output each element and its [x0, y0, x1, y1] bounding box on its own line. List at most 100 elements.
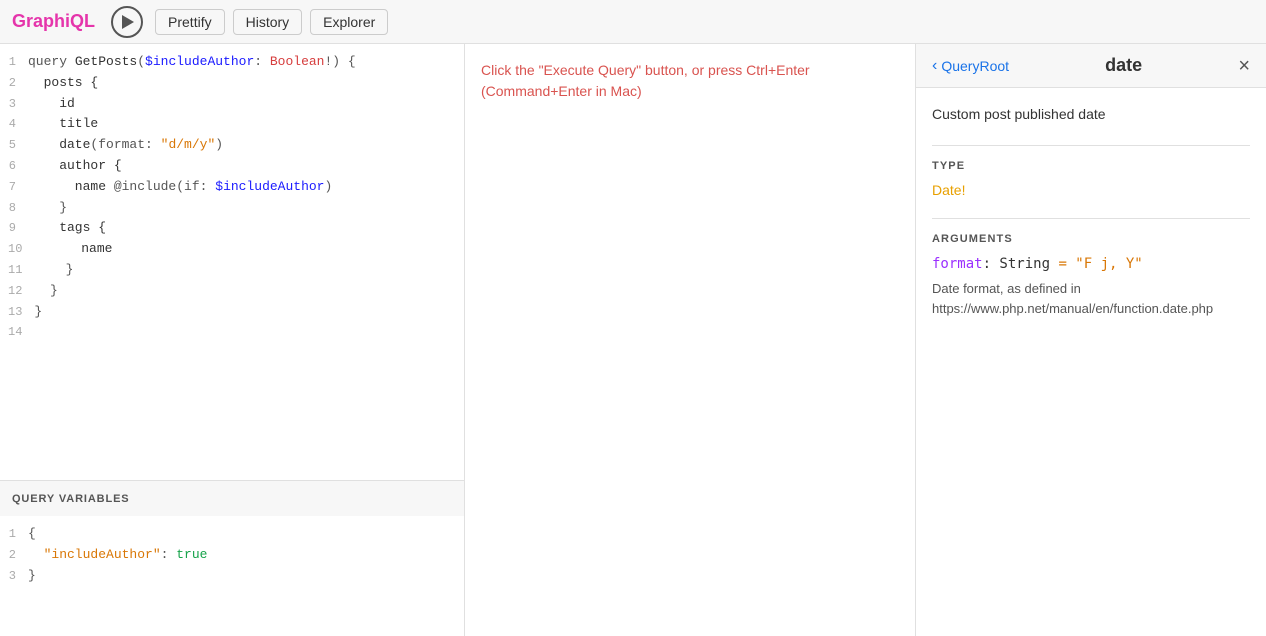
arg-type: : String — [983, 256, 1050, 272]
history-button[interactable]: History — [233, 9, 303, 35]
query-editor[interactable]: 1query GetPosts($includeAuthor: Boolean!… — [0, 44, 464, 480]
line-number: 9 — [0, 218, 28, 238]
token: title — [28, 116, 98, 131]
line-content[interactable]: posts { — [28, 73, 464, 94]
table-row: 8 } — [0, 198, 464, 219]
result-hint: Click the "Execute Query" button, or pre… — [481, 60, 899, 102]
table-row: 12 } — [0, 281, 464, 302]
line-content[interactable]: "includeAuthor": true — [28, 545, 464, 566]
table-row: 13} — [0, 302, 464, 323]
query-variables-header: QUERY VARIABLES — [0, 480, 464, 516]
arg-name: format — [932, 256, 983, 272]
token: (if: — [176, 179, 215, 194]
docs-field-title: date — [1009, 55, 1238, 76]
left-panel: 1 query GetPosts($includeAuthor: Boolean!… — [0, 44, 465, 636]
execute-query-button[interactable] — [111, 6, 143, 38]
line-number: 13 — [0, 302, 34, 322]
line-content[interactable]: query GetPosts($includeAuthor: Boolean!)… — [28, 52, 464, 73]
line-content[interactable]: name — [34, 239, 464, 260]
line-number: 11 — [0, 260, 34, 280]
line-content[interactable]: tags { — [28, 218, 464, 239]
line-content[interactable]: author { — [28, 156, 464, 177]
token: true — [176, 547, 207, 562]
play-icon — [122, 15, 134, 29]
token: $includeAuthor — [215, 179, 324, 194]
token: } — [34, 304, 42, 319]
table-row: 6 author { — [0, 156, 464, 177]
token: : — [254, 54, 270, 69]
token: ( — [137, 54, 145, 69]
line-content[interactable]: name @include(if: $includeAuthor) — [28, 177, 464, 198]
prettify-button[interactable]: Prettify — [155, 9, 225, 35]
chevron-left-icon: ‹ — [932, 57, 937, 75]
token: author { — [28, 158, 122, 173]
table-row: 3 id — [0, 94, 464, 115]
line-number: 12 — [0, 281, 34, 301]
token: name — [34, 241, 112, 256]
token: } — [28, 200, 67, 215]
token: name — [28, 179, 114, 194]
arg-description: Date format, as defined in https://www.p… — [932, 279, 1250, 318]
line-number: 4 — [0, 114, 28, 134]
docs-back-link[interactable]: ‹ QueryRoot — [932, 57, 1009, 75]
token: tags { — [28, 220, 106, 235]
line-number: 1 — [0, 524, 28, 544]
token: Boolean — [270, 54, 325, 69]
table-row: 9 tags { — [0, 218, 464, 239]
token: (format: — [90, 137, 160, 152]
table-row: 2 posts { — [0, 73, 464, 94]
token: } — [28, 568, 36, 583]
line-content[interactable]: id — [28, 94, 464, 115]
line-number: 5 — [0, 135, 28, 155]
table-row: 14 — [0, 322, 464, 342]
token: ) — [215, 137, 223, 152]
line-content[interactable]: } — [34, 302, 464, 323]
token: $includeAuthor — [145, 54, 254, 69]
divider — [932, 145, 1250, 146]
line-number: 2 — [0, 545, 28, 565]
table-row: 10 name — [0, 239, 464, 260]
line-content[interactable]: date(format: "d/m/y") — [28, 135, 464, 156]
table-row: 1query GetPosts($includeAuthor: Boolean!… — [0, 52, 464, 73]
line-content[interactable]: } — [28, 198, 464, 219]
token: : — [161, 547, 177, 562]
line-content[interactable]: { — [28, 524, 464, 545]
token: id — [28, 96, 75, 111]
line-content[interactable]: } — [34, 281, 464, 302]
type-value[interactable]: Date! — [932, 182, 1250, 198]
line-content[interactable]: } — [28, 566, 464, 587]
line-content[interactable]: } — [34, 260, 464, 281]
table-row: 7 name @include(if: $includeAuthor) — [0, 177, 464, 198]
docs-back-label[interactable]: QueryRoot — [941, 58, 1009, 74]
docs-body: Custom post published date TYPE Date! AR… — [916, 88, 1266, 636]
line-number: 6 — [0, 156, 28, 176]
arg-default: = "F j, Y" — [1050, 256, 1143, 272]
table-row: 11 } — [0, 260, 464, 281]
line-number: 10 — [0, 239, 34, 259]
token: posts { — [28, 75, 98, 90]
main-area: 1 query GetPosts($includeAuthor: Boolean!… — [0, 44, 1266, 636]
line-number: 8 — [0, 198, 28, 218]
token: "d/m/y" — [161, 137, 216, 152]
token: { — [28, 526, 36, 541]
docs-close-button[interactable]: × — [1238, 56, 1250, 76]
token: date — [28, 137, 90, 152]
token: } — [34, 283, 57, 298]
arguments-section-title: ARGUMENTS — [932, 233, 1250, 245]
divider-2 — [932, 218, 1250, 219]
token: GetPosts — [75, 54, 137, 69]
query-variables-editor[interactable]: 1{2 "includeAuthor": true3} — [0, 516, 464, 636]
header: GraphiQL Prettify History Explorer — [0, 0, 1266, 44]
table-row: 4 title — [0, 114, 464, 135]
line-number: 3 — [0, 94, 28, 114]
table-row: 5 date(format: "d/m/y") — [0, 135, 464, 156]
table-row: 1{ — [0, 524, 464, 545]
line-number: 3 — [0, 566, 28, 586]
table-row: 2 "includeAuthor": true — [0, 545, 464, 566]
table-row: 3} — [0, 566, 464, 587]
app-logo: GraphiQL — [12, 11, 95, 32]
token: !) { — [324, 54, 355, 69]
line-content[interactable]: title — [28, 114, 464, 135]
explorer-button[interactable]: Explorer — [310, 9, 388, 35]
docs-description: Custom post published date — [932, 104, 1250, 125]
